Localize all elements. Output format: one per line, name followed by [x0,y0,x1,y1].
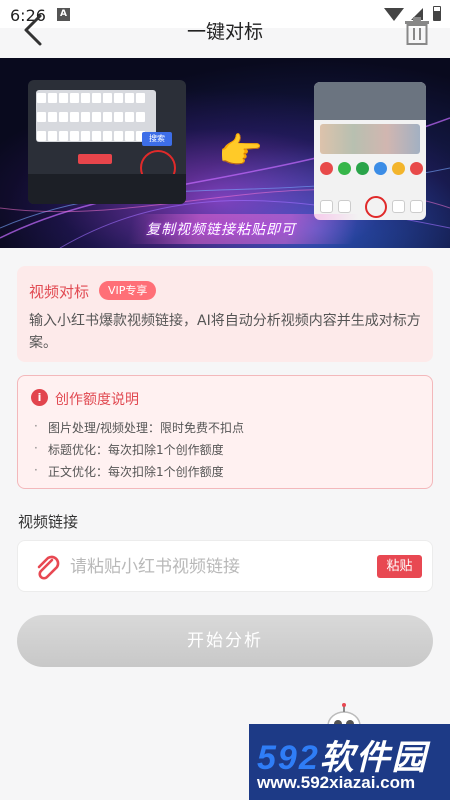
banner-caption: 复制视频链接粘贴即可 [146,222,296,238]
tutorial-banner: 搜索 👉 复制视频链接粘贴即可 [0,58,450,248]
phone-screenshot-keyboard: 搜索 [28,80,186,204]
quota-heading: 创作额度说明 [55,392,139,408]
watermark-brand-text: 软件园 [319,739,428,777]
info-icon: i [31,389,48,406]
share-sheet-header [314,82,426,120]
video-link-field: 粘贴 [17,540,433,592]
red-tag-graphic [78,154,112,164]
share-option-icon [338,162,351,175]
intro-description: 输入小红书爆款视频链接，AI将自动分析视频内容并生成对标方案。 [29,313,421,351]
share-option-icon [410,200,423,213]
share-option-icon [410,162,423,175]
vip-badge: VIP专享 [99,281,157,300]
delete-button[interactable] [402,14,432,46]
paste-button[interactable]: 粘贴 [377,555,422,578]
site-watermark: 592软件园 www.592xiazai.com [249,724,450,800]
share-option-icon [320,200,333,213]
trash-icon [405,17,429,45]
watermark-url: www.592xiazai.com [257,773,416,792]
share-option-icon [392,200,405,213]
quota-item: 正文优化：每次扣除1个创作额度 [34,463,224,480]
start-analysis-button[interactable]: 开始分析 [17,615,433,667]
pointing-hand-icon: 👉 [218,131,263,172]
comment-bar-graphic [28,174,186,204]
copy-link-highlight-circle [365,196,387,218]
share-option-icon [338,200,351,213]
video-link-input[interactable] [70,551,370,583]
share-sheet-image [320,124,420,154]
intro-heading: 视频对标 [29,283,90,301]
intro-card: 视频对标 VIP专享 输入小红书爆款视频链接，AI将自动分析视频内容并生成对标方… [17,266,433,362]
share-option-icon [356,162,369,175]
share-option-icon [392,162,405,175]
quota-item: 标题优化：每次扣除1个创作额度 [34,441,224,458]
video-link-label: 视频链接 [18,513,79,531]
share-option-icon [320,162,333,175]
paperclip-icon [37,555,60,580]
quota-item: 图片处理/视频处理：限时免费不扣点 [34,419,244,436]
watermark-brand-digits: 592 [257,739,320,777]
navigation-bar: 一键对标 [0,0,450,58]
share-option-icon [374,162,387,175]
quota-card: i 创作额度说明 图片处理/视频处理：限时免费不扣点 标题优化：每次扣除1个创作… [17,375,433,489]
keyboard-graphic [36,90,156,142]
phone-screenshot-share-sheet [314,82,426,220]
keyboard-go-key: 搜索 [142,132,172,146]
watermark-brand: 592软件园 [257,730,428,779]
page-title: 一键对标 [186,21,263,43]
